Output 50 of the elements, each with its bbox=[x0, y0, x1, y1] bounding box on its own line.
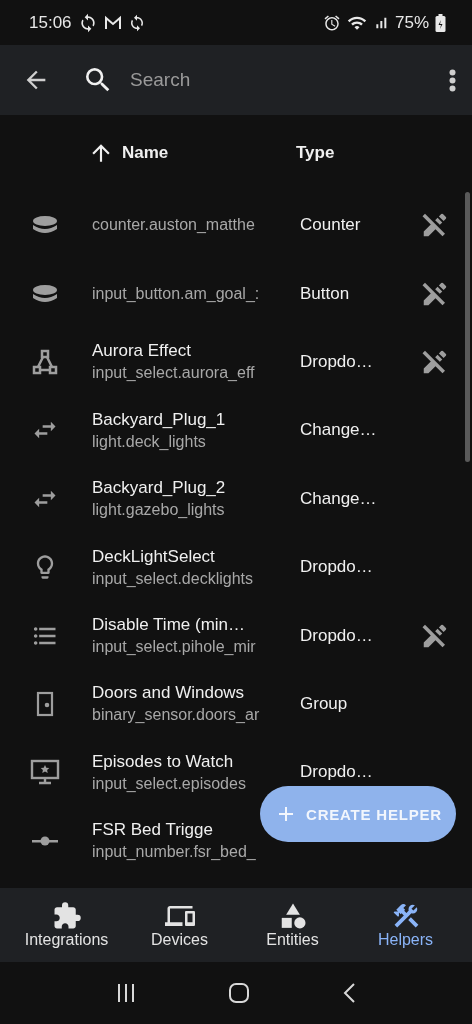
helper-name: Disable Time (min… bbox=[92, 615, 247, 636]
entity-id: input_select.episodes bbox=[92, 774, 247, 793]
button-icon bbox=[32, 282, 58, 305]
column-header[interactable]: Type bbox=[296, 143, 406, 163]
entity-id: light.gazebo_lights bbox=[92, 501, 226, 520]
nav-tab[interactable]: Helpers bbox=[349, 888, 462, 962]
helper-name: Aurora Effect bbox=[92, 341, 192, 362]
home-icon[interactable] bbox=[228, 982, 250, 1004]
door-icon bbox=[36, 690, 54, 717]
helper-name: FSR Bed Trigge bbox=[92, 820, 214, 841]
helper-type: Counter bbox=[300, 215, 362, 236]
battery-percent: 75% bbox=[394, 12, 429, 33]
nav-tab[interactable]: Entities bbox=[236, 888, 349, 962]
battery-icon bbox=[435, 13, 446, 32]
helper-type: Dropdo… bbox=[300, 762, 374, 783]
column-header[interactable]: Name bbox=[88, 140, 296, 166]
helper-name: Backyard_Plug_2 bbox=[92, 478, 227, 499]
alarm-icon bbox=[322, 13, 341, 32]
back-icon[interactable] bbox=[342, 982, 356, 1004]
entity-id: input_select.pihole_mir bbox=[92, 638, 257, 657]
helper-name: Backyard_Plug_1 bbox=[92, 409, 227, 430]
entity-id: input_number.fsr_bed_ bbox=[92, 843, 257, 862]
nav-tab[interactable]: Integrations bbox=[10, 888, 123, 962]
mail-icon bbox=[103, 14, 122, 31]
helper-type: Button bbox=[300, 283, 351, 304]
helper-type: Dropdo… bbox=[300, 625, 374, 646]
monitor-star-icon bbox=[30, 759, 60, 786]
helper-type: Dropdo… bbox=[300, 557, 374, 578]
slider-icon bbox=[31, 834, 59, 847]
helper-type: Change… bbox=[300, 488, 378, 509]
helper-type: Group bbox=[300, 693, 349, 714]
clock: 15:06 bbox=[29, 12, 72, 33]
helper-name: DeckLightSelect bbox=[92, 546, 216, 567]
entity-id: counter.auston_matthe bbox=[92, 216, 256, 235]
search-field[interactable]: Search bbox=[128, 68, 392, 92]
entity-id: light.deck_lights bbox=[92, 432, 207, 451]
entity-id: input_select.decklights bbox=[92, 569, 254, 588]
graph-icon bbox=[32, 348, 58, 375]
entity-id: binary_sensor.doors_ar bbox=[92, 706, 261, 725]
scrollbar[interactable] bbox=[465, 192, 470, 462]
nav-tab[interactable]: Devices bbox=[123, 888, 236, 962]
more-options-button[interactable] bbox=[449, 68, 456, 92]
helper-type: Change… bbox=[300, 420, 378, 441]
helper-name: Episodes to Watch bbox=[92, 751, 235, 772]
recent-apps-icon[interactable] bbox=[116, 983, 136, 1003]
entity-id: input_button.am_goal_: bbox=[92, 284, 261, 303]
helper-name: Doors and Windows bbox=[92, 683, 246, 704]
helper-type: Dropdo… bbox=[300, 351, 374, 372]
entity-id: input_select.aurora_eff bbox=[92, 364, 256, 383]
more-options-icon bbox=[449, 68, 456, 92]
